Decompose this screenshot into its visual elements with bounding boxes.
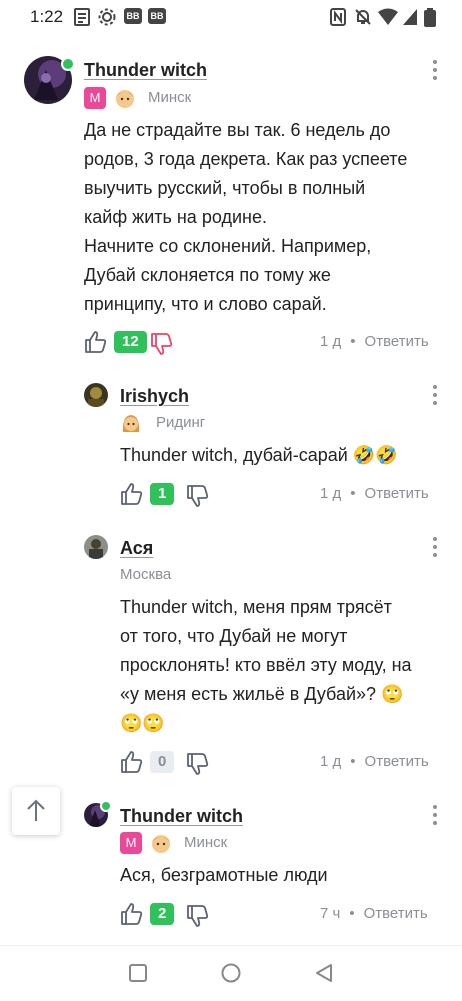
thumbs-up-icon[interactable]: [84, 330, 108, 354]
author-name[interactable]: Irishych: [120, 386, 189, 407]
battery-icon: [424, 8, 436, 27]
back-icon[interactable]: [314, 962, 334, 984]
meta-separator: •: [350, 485, 356, 502]
author-name[interactable]: Thunder witch: [120, 806, 243, 827]
comment-item: Thunder witch M Минск Да не страдайте вы…: [0, 50, 462, 360]
gear-icon: [98, 8, 116, 26]
comment-meta: 1 д • Ответить: [320, 333, 429, 350]
user-face-icon: [116, 90, 134, 108]
thumbs-down-icon[interactable]: [186, 752, 210, 776]
reply-button[interactable]: Ответить: [365, 333, 429, 350]
reply-button[interactable]: Ответить: [365, 485, 429, 502]
comment-reply-item: Thunder witch M Минск Ася, безграмотные …: [0, 795, 462, 935]
recents-icon[interactable]: [128, 963, 148, 983]
comment-text: Thunder witch, дубай-сарай 🤣🤣: [120, 445, 398, 465]
like-count: 2: [150, 903, 175, 925]
online-indicator: [61, 57, 75, 71]
more-menu-icon[interactable]: [430, 537, 440, 559]
author-name[interactable]: Ася: [120, 538, 153, 559]
scroll-to-top-button[interactable]: [12, 787, 60, 835]
comment-time: 1 д: [320, 753, 342, 770]
thumbs-down-icon[interactable]: [186, 484, 210, 508]
meta-separator: •: [350, 333, 356, 350]
news-icon: [74, 8, 90, 26]
meta-separator: •: [350, 753, 356, 770]
user-face-icon: [152, 835, 170, 853]
user-badge: M: [84, 87, 106, 109]
nfc-icon: [330, 8, 346, 26]
reply-button[interactable]: Ответить: [364, 905, 428, 922]
thumbs-down-icon[interactable]: [186, 904, 210, 928]
user-badge: M: [120, 832, 142, 854]
thumbs-up-icon[interactable]: [120, 482, 144, 506]
author-city: Минск: [184, 834, 228, 851]
wifi-icon: [378, 8, 398, 25]
mute-bell-icon: [355, 9, 371, 25]
app-badge-icon: BB: [148, 8, 166, 24]
more-menu-icon[interactable]: [430, 805, 440, 827]
avatar[interactable]: [84, 535, 108, 559]
online-indicator: [100, 800, 112, 812]
comment-reply-item: Ася Москва Thunder witch, меня прям тряс…: [0, 527, 462, 782]
reply-button[interactable]: Ответить: [365, 753, 429, 770]
author-city: Москва: [120, 566, 172, 583]
thumbs-up-icon[interactable]: [120, 750, 144, 774]
arrow-up-icon: [27, 799, 45, 821]
comment-time: 7 ч: [320, 905, 341, 922]
signal-icon: [403, 9, 417, 25]
comment-text: Thunder witch, меня прям трясёт от того,…: [120, 597, 412, 733]
author-city: Минск: [148, 89, 192, 106]
user-face-icon: [122, 415, 140, 432]
comment-reply-item: Irishych Ридинг Thunder witch, дубай-сар…: [0, 375, 462, 515]
system-nav-bar: [0, 945, 462, 1001]
status-time: 1:22: [30, 7, 64, 26]
like-count: 0: [150, 751, 175, 773]
comment-time: 1 д: [320, 333, 342, 350]
thumbs-up-icon[interactable]: [120, 902, 144, 926]
thumbs-down-icon[interactable]: [150, 332, 174, 356]
like-count: 12: [114, 331, 147, 353]
status-bar: 1:22 BB BB: [0, 0, 462, 34]
comment-meta: 7 ч • Ответить: [320, 905, 428, 922]
app-badge-icon: BB: [124, 8, 142, 24]
comment-meta: 1 д • Ответить: [320, 753, 429, 770]
home-icon[interactable]: [220, 962, 242, 984]
more-menu-icon[interactable]: [430, 385, 440, 407]
meta-separator: •: [349, 905, 355, 922]
author-city: Ридинг: [156, 414, 206, 431]
avatar[interactable]: [84, 383, 108, 407]
comment-text: Ася, безграмотные люди: [120, 865, 328, 885]
comment-text: Да не страдайте вы так. 6 недель до родо…: [84, 120, 408, 314]
like-count: 1: [150, 483, 175, 505]
more-menu-icon[interactable]: [430, 60, 440, 82]
comment-time: 1 д: [320, 485, 342, 502]
comment-meta: 1 д • Ответить: [320, 485, 429, 502]
author-name[interactable]: Thunder witch: [84, 60, 207, 81]
